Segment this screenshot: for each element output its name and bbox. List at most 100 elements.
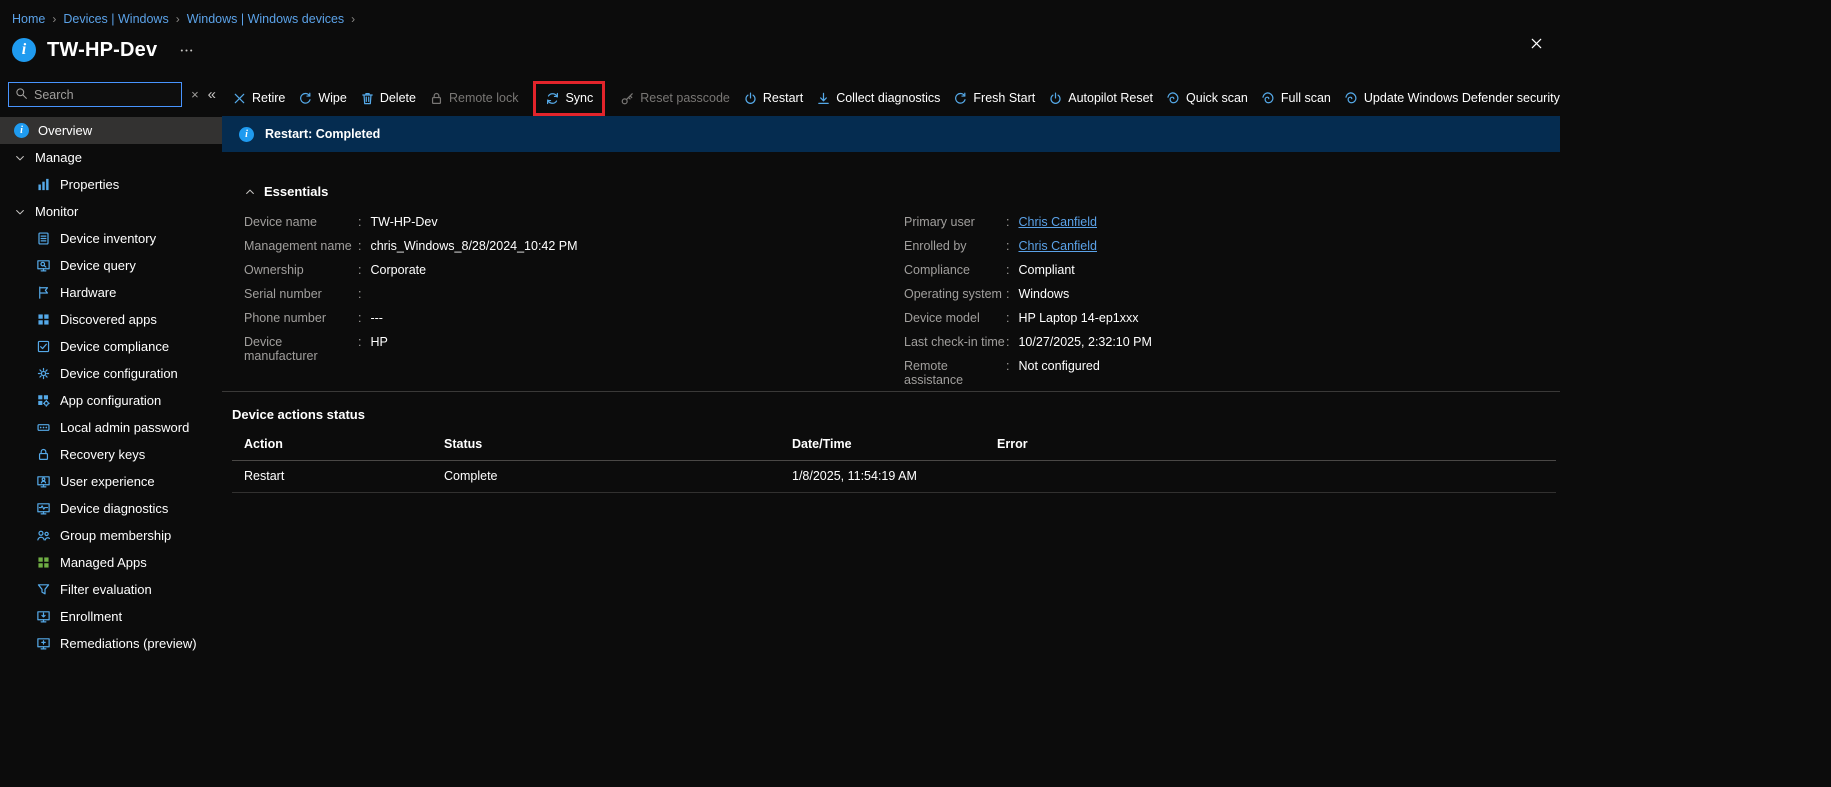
sidebar-item-device-inventory[interactable]: Device inventory xyxy=(0,225,222,252)
breadcrumb-link-home[interactable]: Home xyxy=(12,12,45,26)
toolbar-button-label: Autopilot Reset xyxy=(1068,91,1154,105)
device-actions-status-title: Device actions status xyxy=(232,407,365,422)
sidebar-item-managed-apps[interactable]: Managed Apps xyxy=(0,549,222,576)
essentials-label: Enrolled by xyxy=(904,239,967,253)
lock-icon xyxy=(429,91,444,106)
sidebar-item-device-compliance[interactable]: Device compliance xyxy=(0,333,222,360)
sidebar-item-overview[interactable]: Overview xyxy=(0,117,222,144)
toolbar-button-remote-lock[interactable]: Remote lock xyxy=(429,91,518,106)
table-row[interactable]: Restart Complete 1/8/2025, 11:54:19 AM xyxy=(232,460,1556,493)
essentials-value: chris_Windows_8/28/2024_10:42 PM xyxy=(370,239,578,253)
essentials-row-ownership: Ownership: Corporate xyxy=(244,263,904,287)
essentials-label: Primary user xyxy=(904,215,975,229)
essentials-label: Remote assistance xyxy=(904,359,964,387)
sidebar-item-label: Filter evaluation xyxy=(60,582,152,597)
essentials-row-serial-number: Serial number: xyxy=(244,287,904,311)
breadcrumb-link-devices-windows[interactable]: Devices | Windows xyxy=(63,12,168,26)
sidebar-item-enrollment[interactable]: Enrollment xyxy=(0,603,222,630)
sidebar-item-remediations-preview[interactable]: Remediations (preview) xyxy=(0,630,222,657)
toolbar-button-retire[interactable]: Retire xyxy=(232,91,285,106)
essentials-row-compliance: Compliance: Compliant xyxy=(904,263,1152,287)
toolbar-button-label: Delete xyxy=(379,91,416,105)
sidebar-item-discovered-apps[interactable]: Discovered apps xyxy=(0,306,222,333)
sidebar-item-label: Device configuration xyxy=(60,366,178,381)
table-cell: Complete xyxy=(432,460,780,493)
sidebar-item-hardware[interactable]: Hardware xyxy=(0,279,222,306)
close-blade-button[interactable] xyxy=(1529,36,1544,51)
info-icon xyxy=(14,123,29,138)
essentials-label: Device manufacturer xyxy=(244,335,318,363)
sidebar-item-label: Discovered apps xyxy=(60,312,157,327)
search-input[interactable] xyxy=(34,87,176,102)
breadcrumb-link-windows-windows-devices[interactable]: Windows | Windows devices xyxy=(187,12,344,26)
toolbar-button-update-windows-defender-security-intelligence[interactable]: Update Windows Defender security intelli… xyxy=(1344,91,1560,106)
breadcrumb-separator: › xyxy=(351,12,356,26)
sidebar-item-label: Hardware xyxy=(60,285,117,300)
essentials-colon: : xyxy=(1006,215,1010,229)
sidebar-group-monitor[interactable]: Monitor xyxy=(0,198,222,225)
sidebar-item-app-configuration[interactable]: App configuration xyxy=(0,387,222,414)
blade-body: × « Overview Manage Properties Monitor Devic… xyxy=(0,80,1560,657)
essentials-value-link[interactable]: Chris Canfield xyxy=(1018,215,1097,229)
banner-text: Restart: Completed xyxy=(265,127,381,141)
column-header-status[interactable]: Status xyxy=(432,428,780,461)
toolbar-button-fresh-start[interactable]: Fresh Start xyxy=(953,91,1035,106)
undo-icon xyxy=(953,91,968,106)
search-clear-icon[interactable]: × xyxy=(191,87,199,102)
blade-header: TW-HP-Dev xyxy=(0,26,1560,68)
essentials-colon: : xyxy=(1006,287,1010,301)
toolbar-button-collect-diagnostics[interactable]: Collect diagnostics xyxy=(816,91,940,106)
essentials-value: 10/27/2025, 2:32:10 PM xyxy=(1018,335,1152,349)
toolbar-button-sync[interactable]: Sync xyxy=(533,80,606,116)
toolbar-button-label: Quick scan xyxy=(1186,91,1248,105)
sidebar-collapse-icon[interactable]: « xyxy=(208,86,216,103)
sidebar-item-user-experience[interactable]: User experience xyxy=(0,468,222,495)
essentials-title: Essentials xyxy=(264,184,329,199)
sidebar-item-recovery-keys[interactable]: Recovery keys xyxy=(0,441,222,468)
toolbar-button-autopilot-reset[interactable]: Autopilot Reset xyxy=(1048,91,1153,106)
sidebar-group-manage[interactable]: Manage xyxy=(0,144,222,171)
toolbar-button-full-scan[interactable]: Full scan xyxy=(1261,91,1331,106)
column-header-action[interactable]: Action xyxy=(232,428,432,461)
sidebar-item-device-configuration[interactable]: Device configuration xyxy=(0,360,222,387)
sidebar-item-device-query[interactable]: Device query xyxy=(0,252,222,279)
essentials-value-link[interactable]: Chris Canfield xyxy=(1018,239,1097,253)
toolbar-button-label: Wipe xyxy=(318,91,347,105)
toolbar-button-label: Sync xyxy=(565,91,594,105)
column-header-error[interactable]: Error xyxy=(985,428,1556,461)
breadcrumb-separator: › xyxy=(52,12,57,26)
toolbar-button-label: Update Windows Defender security intelli… xyxy=(1363,91,1560,105)
essentials-row-primary-user: Primary user: Chris Canfield xyxy=(904,215,1152,239)
sidebar-item-local-admin-password[interactable]: Local admin password xyxy=(0,414,222,441)
sidebar-item-label: Properties xyxy=(60,177,120,192)
toolbar-button-label: Restart xyxy=(762,91,804,105)
essentials-value: HP Laptop 14-ep1xxx xyxy=(1018,311,1139,325)
essentials-row-remote-assistance: Remote assistance: Not configured xyxy=(904,359,1152,387)
sidebar-item-device-diagnostics[interactable]: Device diagnostics xyxy=(0,495,222,522)
sidebar-item-properties[interactable]: Properties xyxy=(0,171,222,198)
column-header-date-time[interactable]: Date/Time xyxy=(780,428,985,461)
essentials-row-device-name: Device name: TW-HP-Dev xyxy=(244,215,904,239)
defender-scan-icon xyxy=(1261,91,1276,106)
toolbar-button-restart[interactable]: Restart xyxy=(743,91,803,106)
toolbar-button-reset-passcode[interactable]: Reset passcode xyxy=(620,91,730,106)
toolbar-button-wipe[interactable]: Wipe xyxy=(298,91,347,106)
gear-icon xyxy=(36,366,51,381)
toolbar-button-quick-scan[interactable]: Quick scan xyxy=(1166,91,1248,106)
section-divider xyxy=(222,391,1560,392)
search-icon xyxy=(15,87,28,103)
undo-icon xyxy=(298,91,313,106)
defender-scan-icon xyxy=(1344,91,1359,106)
essentials-label: Compliance xyxy=(904,263,971,277)
essentials-colon: : xyxy=(358,311,362,325)
table-cell: Restart xyxy=(232,460,432,493)
sidebar-item-label: App configuration xyxy=(60,393,162,408)
essentials-collapse-toggle[interactable]: Essentials xyxy=(244,184,1560,199)
sidebar-item-label: User experience xyxy=(60,474,155,489)
sidebar-item-group-membership[interactable]: Group membership xyxy=(0,522,222,549)
power-icon xyxy=(1048,91,1063,106)
sidebar-item-filter-evaluation[interactable]: Filter evaluation xyxy=(0,576,222,603)
toolbar-button-delete[interactable]: Delete xyxy=(360,91,416,106)
title-more-button[interactable] xyxy=(179,43,194,58)
sidebar-item-label: Device compliance xyxy=(60,339,170,354)
